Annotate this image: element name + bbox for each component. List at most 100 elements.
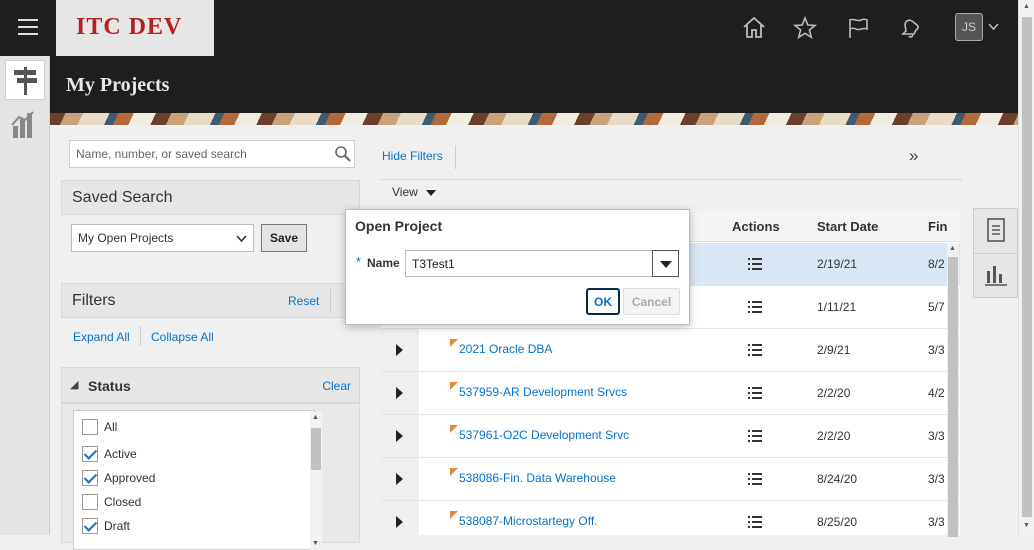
- clear-status-link[interactable]: Clear: [322, 379, 351, 393]
- filters-heading-label: Filters: [72, 292, 116, 309]
- actions-menu-icon[interactable]: [748, 387, 762, 399]
- decorative-banner: [50, 113, 1018, 125]
- saved-search-select[interactable]: My Open Projects: [71, 224, 254, 252]
- table-row[interactable]: 538086-Fin. Data Warehouse 8/24/20 3/3: [381, 458, 960, 501]
- scroll-down-arrow-icon[interactable]: ▼: [312, 540, 319, 547]
- actions-menu-icon[interactable]: [748, 258, 762, 270]
- dialog-title: Open Project: [355, 218, 443, 234]
- status-list-scrollbar[interactable]: ▲ ▼: [310, 412, 322, 550]
- start-date-cell: 2/2/20: [817, 429, 851, 443]
- bar-chart-icon[interactable]: [983, 261, 1009, 287]
- start-date-cell: 1/11/21: [817, 300, 857, 314]
- scrollbar-thumb[interactable]: [948, 257, 958, 537]
- finish-date-cell: 4/2: [928, 386, 945, 400]
- page-scrollbar[interactable]: ▲ ▼: [1018, 0, 1034, 535]
- favorites-star-icon[interactable]: [792, 15, 818, 41]
- home-icon[interactable]: [741, 15, 767, 41]
- chevron-down-icon[interactable]: [988, 23, 999, 31]
- scrollbar-thumb[interactable]: [1022, 17, 1032, 517]
- save-button[interactable]: Save: [261, 224, 307, 252]
- table-row[interactable]: 537959-AR Development Srvcs 2/2/20 4/2: [381, 372, 960, 415]
- actions-menu-icon[interactable]: [748, 516, 762, 528]
- checkbox-label: Approved: [104, 471, 156, 485]
- divider: [140, 326, 141, 346]
- required-indicator: *: [356, 254, 362, 269]
- search-input[interactable]: [69, 140, 355, 168]
- checkbox[interactable]: [82, 470, 98, 486]
- expand-row-button[interactable]: [381, 501, 419, 535]
- expand-all-link[interactable]: Expand All: [73, 330, 130, 344]
- finish-date-cell: 3/3: [928, 343, 945, 357]
- scroll-up-arrow-icon[interactable]: ▲: [949, 245, 956, 252]
- project-name-dropdown-button[interactable]: [652, 250, 679, 277]
- view-menu[interactable]: View: [392, 185, 437, 199]
- brand-logo[interactable]: ITC DEV: [56, 0, 214, 56]
- finish-date-cell: 5/7: [928, 300, 945, 314]
- collapse-all-link[interactable]: Collapse All: [151, 330, 214, 344]
- start-date-cell: 8/25/20: [817, 515, 858, 529]
- project-name-link[interactable]: 537961-O2C Development Srvc: [459, 428, 629, 442]
- search-icon[interactable]: [334, 145, 352, 163]
- project-name-link[interactable]: 537959-AR Development Srvcs: [459, 385, 627, 399]
- hamburger-menu-icon[interactable]: [18, 19, 38, 37]
- name-field-label: Name: [367, 256, 400, 270]
- expand-row-button[interactable]: [381, 458, 419, 500]
- flag-icon[interactable]: [845, 15, 871, 41]
- column-header-finish-date[interactable]: Fin: [928, 219, 948, 234]
- scroll-up-arrow-icon[interactable]: ▲: [1023, 3, 1030, 10]
- actions-menu-icon[interactable]: [748, 430, 762, 442]
- rail-button-projects[interactable]: [5, 60, 45, 100]
- column-header-start-date[interactable]: Start Date: [817, 219, 878, 234]
- reset-filters-link[interactable]: Reset: [288, 294, 319, 308]
- expand-row-button[interactable]: [381, 372, 419, 414]
- actions-menu-icon[interactable]: [748, 301, 762, 313]
- expand-row-button[interactable]: [381, 329, 419, 371]
- main-content: Saved Search My Open Projects Save Filte…: [50, 125, 1018, 550]
- user-menu[interactable]: JS: [955, 13, 1001, 41]
- divider: [455, 145, 456, 169]
- avatar[interactable]: JS: [955, 13, 983, 41]
- table-scrollbar[interactable]: ▲: [947, 243, 959, 537]
- table-row[interactable]: 2021 Oracle DBA 2/9/21 3/3: [381, 329, 960, 372]
- table-row[interactable]: 537961-O2C Development Srvc 2/2/20 3/3: [381, 415, 960, 458]
- project-name-input[interactable]: [405, 250, 653, 277]
- ok-button[interactable]: OK: [586, 288, 620, 315]
- open-project-dialog: Open Project * Name OK Cancel: [345, 209, 690, 325]
- checkbox[interactable]: [82, 494, 98, 510]
- actions-menu-icon[interactable]: [748, 344, 762, 356]
- caret-down-icon: [660, 261, 672, 268]
- checkbox-label: Draft: [104, 519, 131, 533]
- view-menu-label: View: [392, 185, 418, 199]
- hide-filters-link[interactable]: Hide Filters: [382, 149, 443, 163]
- actions-menu-icon[interactable]: [748, 473, 762, 485]
- left-navigation-rail: [0, 56, 50, 535]
- notifications-bell-icon[interactable]: [897, 15, 923, 41]
- checkbox[interactable]: [82, 446, 98, 462]
- scroll-down-arrow-icon[interactable]: ▼: [1023, 522, 1030, 529]
- double-chevron-right-icon[interactable]: »: [909, 146, 918, 166]
- project-name-link[interactable]: 538086-Fin. Data Warehouse: [459, 471, 616, 485]
- start-date-cell: 2/19/21: [817, 257, 858, 271]
- project-name-link[interactable]: 2021 Oracle DBA: [459, 342, 552, 356]
- finish-date-cell: 3/3: [928, 515, 945, 529]
- cancel-button[interactable]: Cancel: [623, 288, 680, 315]
- top-bar: ITC DEV JS: [0, 0, 1018, 56]
- status-filter-header[interactable]: ◢ Status Clear: [61, 367, 360, 403]
- rail-button-analytics[interactable]: [5, 104, 45, 144]
- document-icon[interactable]: [985, 217, 1007, 243]
- expand-row-button[interactable]: [381, 415, 419, 457]
- saved-search-selected-value: My Open Projects: [78, 231, 174, 245]
- checkbox-label: Active: [104, 447, 137, 461]
- expand-arrow-icon: [396, 430, 403, 442]
- checkbox[interactable]: [82, 518, 98, 534]
- collapse-triangle-icon[interactable]: ◢: [70, 378, 78, 391]
- table-row[interactable]: 538087-Microstartegy Off. 8/25/20 3/3: [381, 501, 960, 535]
- page-header: My Projects: [50, 56, 1018, 113]
- column-header-actions[interactable]: Actions: [732, 219, 780, 234]
- scrollbar-thumb[interactable]: [311, 428, 321, 470]
- project-name-link[interactable]: 538087-Microstartegy Off.: [459, 514, 598, 528]
- saved-search-heading: Saved Search: [61, 180, 360, 215]
- row-flag-icon: [450, 511, 458, 519]
- scroll-up-arrow-icon[interactable]: ▲: [312, 414, 319, 421]
- checkbox[interactable]: [82, 419, 98, 435]
